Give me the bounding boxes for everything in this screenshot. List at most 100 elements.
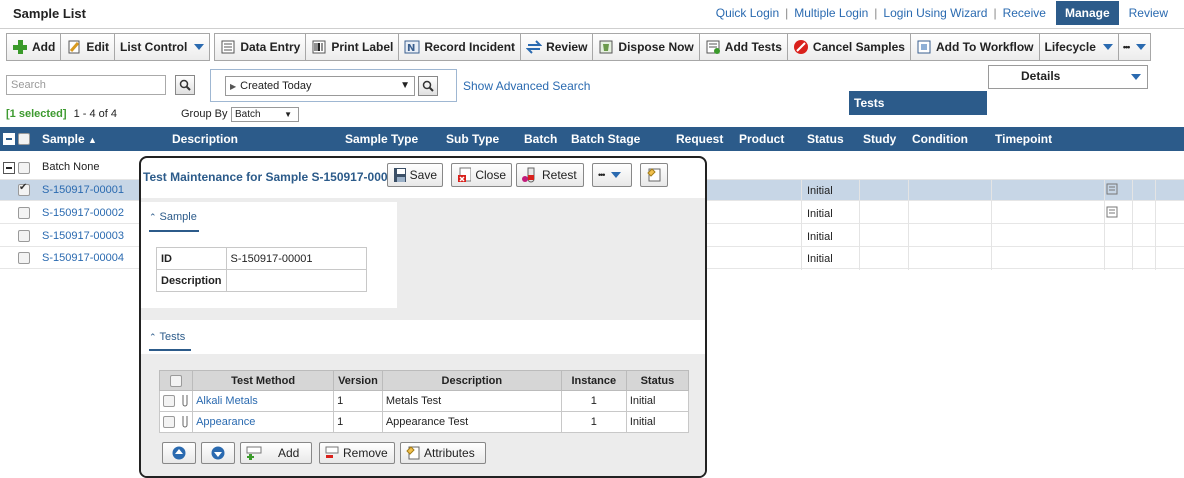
col-sub-type[interactable]: Sub Type <box>446 132 499 146</box>
status-cell: Initial <box>807 208 833 220</box>
advanced-search-link[interactable]: Show Advanced Search <box>463 79 590 93</box>
chevron-right-icon: ▶ <box>230 82 237 91</box>
col-timepoint[interactable]: Timepoint <box>995 132 1052 146</box>
add-to-workflow-button[interactable]: Add To Workflow <box>909 33 1040 61</box>
attributes-icon <box>406 446 420 460</box>
dialog-title: Test Maintenance for Sample S-150917-000… <box>143 170 401 184</box>
retest-button[interactable]: Retest <box>516 163 584 187</box>
lifecycle-button[interactable]: Lifecycle <box>1038 33 1119 61</box>
menu-item-tests[interactable]: Tests <box>849 91 987 115</box>
col-batch-stage[interactable]: Batch Stage <box>571 132 640 146</box>
test-method-link[interactable]: Alkali Metals <box>196 395 258 407</box>
selection-info: [1 selected] 1 - 4 of 4 <box>6 108 117 120</box>
dispose-icon <box>599 40 613 54</box>
divider <box>0 28 1184 29</box>
edit-icon <box>68 40 80 54</box>
tests-col-instance[interactable]: Instance <box>560 370 627 391</box>
tests-col-version[interactable]: Version <box>333 370 383 391</box>
close-button[interactable]: Close <box>451 163 512 187</box>
search-icon <box>179 79 191 91</box>
edit-button[interactable]: Edit <box>60 33 115 61</box>
nav-manage[interactable]: Manage <box>1055 1 1119 25</box>
add-test-button[interactable]: Add <box>240 442 312 464</box>
test-version: 1 <box>333 390 383 412</box>
col-description[interactable]: Description <box>172 132 238 146</box>
tests-section-toggle[interactable]: ⌃ Tests <box>149 331 185 343</box>
col-study[interactable]: Study <box>863 132 896 146</box>
record-incident-button[interactable]: N Record Incident <box>398 33 522 61</box>
nav-login-wizard[interactable]: Login Using Wizard <box>877 6 993 20</box>
nav-review[interactable]: Review <box>1123 6 1174 20</box>
add-tests-button[interactable]: Add Tests <box>698 33 788 61</box>
close-icon <box>458 167 472 182</box>
record-range: 1 - 4 of 4 <box>73 108 118 120</box>
cancel-samples-button[interactable]: Cancel Samples <box>786 33 911 61</box>
col-condition[interactable]: Condition <box>912 132 968 146</box>
sample-id-link[interactable]: S-150917-00003 <box>42 230 124 242</box>
save-button[interactable]: Save <box>387 163 443 187</box>
filter-select[interactable]: ▶ Created Today ▼ <box>225 76 415 96</box>
attributes-icon-button[interactable] <box>640 163 668 187</box>
tests-col-status[interactable]: Status <box>625 370 690 391</box>
col-batch[interactable]: Batch <box>524 132 557 146</box>
search-input[interactable]: Search <box>6 75 166 95</box>
test-tube-icon <box>182 416 188 428</box>
move-down-button[interactable] <box>201 442 235 464</box>
test-row[interactable]: Appearance 1 Appearance Test 1 Initial <box>158 411 690 433</box>
workflow-icon <box>917 40 931 54</box>
group-checkbox[interactable] <box>18 162 30 174</box>
tests-col-description[interactable]: Description <box>381 370 562 391</box>
notes-icon[interactable] <box>1106 206 1118 218</box>
attributes-button[interactable]: Attributes <box>400 442 486 464</box>
filter-search-button[interactable] <box>418 76 438 96</box>
test-method-link[interactable]: Appearance <box>196 416 255 428</box>
remove-row-icon <box>325 446 339 458</box>
review-button[interactable]: Review <box>520 33 594 61</box>
nav-quick-login[interactable]: Quick Login <box>710 6 785 20</box>
col-sample[interactable]: Sample ▲ <box>42 132 97 146</box>
tests-select-all-checkbox[interactable] <box>170 374 183 387</box>
arrow-down-icon <box>211 446 225 460</box>
group-by-select[interactable]: Batch ▼ <box>231 107 299 122</box>
dialog-more-button[interactable]: ••• <box>592 163 632 187</box>
collapse-group-toggle[interactable] <box>3 162 15 174</box>
sample-section-toggle[interactable]: ⌃ Sample <box>149 211 197 223</box>
attributes-icon <box>647 168 661 182</box>
sample-id-link[interactable]: S-150917-00001 <box>42 184 124 196</box>
search-icon <box>422 80 434 92</box>
col-sample-type[interactable]: Sample Type <box>345 132 418 146</box>
nav-receive[interactable]: Receive <box>997 6 1052 20</box>
add-button[interactable]: Add <box>6 33 62 61</box>
move-up-button[interactable] <box>162 442 196 464</box>
row-checkbox[interactable] <box>18 207 30 219</box>
col-request[interactable]: Request <box>676 132 723 146</box>
row-checkbox[interactable]: ✔ <box>18 182 30 196</box>
chevron-down-icon <box>1136 44 1147 50</box>
test-instance: 1 <box>560 390 627 412</box>
search-button[interactable] <box>175 75 195 95</box>
more-actions-button[interactable]: ••• <box>1117 33 1152 61</box>
col-product[interactable]: Product <box>739 132 784 146</box>
id-label: ID <box>156 247 227 270</box>
nav-multiple-login[interactable]: Multiple Login <box>788 6 874 20</box>
col-status[interactable]: Status <box>807 132 844 146</box>
tests-col-method[interactable]: Test Method <box>192 370 335 391</box>
test-row-checkbox[interactable] <box>163 416 175 429</box>
sample-id-link[interactable]: S-150917-00004 <box>42 252 124 264</box>
sample-id-link[interactable]: S-150917-00002 <box>42 207 124 219</box>
data-entry-button[interactable]: Data Entry <box>214 33 307 61</box>
test-row[interactable]: Alkali Metals 1 Metals Test 1 Initial <box>158 390 690 412</box>
row-checkbox[interactable] <box>18 252 30 264</box>
collapse-all-toggle[interactable] <box>3 133 15 145</box>
test-version: 1 <box>333 411 383 433</box>
select-all-checkbox[interactable] <box>18 133 30 145</box>
sample-details-table: ID S-150917-00001 Description <box>156 247 368 292</box>
print-label-button[interactable]: Print Label <box>305 33 400 61</box>
dispose-now-button[interactable]: Dispose Now <box>592 33 700 61</box>
list-control-button[interactable]: List Control <box>114 33 211 61</box>
test-row-checkbox[interactable] <box>163 395 175 408</box>
notes-icon[interactable] <box>1106 183 1118 195</box>
menu-item-details[interactable]: Details <box>988 65 1148 89</box>
row-checkbox[interactable] <box>18 230 30 242</box>
remove-test-button[interactable]: Remove <box>319 442 395 464</box>
